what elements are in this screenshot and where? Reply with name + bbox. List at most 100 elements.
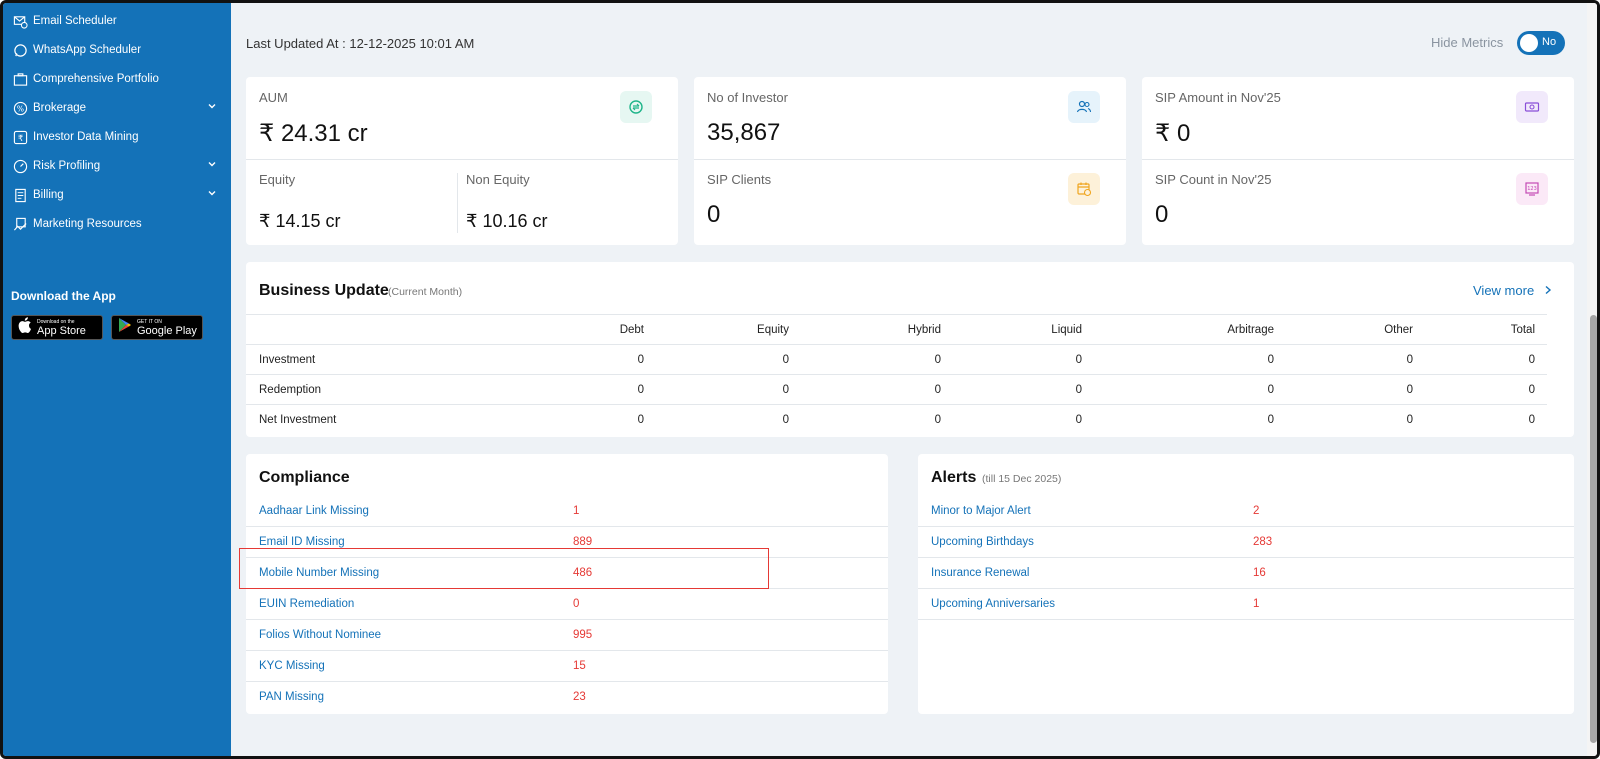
sip-count-value: 0 — [1155, 201, 1169, 228]
alerts-subtitle: (till 15 Dec 2025) — [982, 473, 1062, 485]
svg-text:₹: ₹ — [17, 132, 22, 142]
row-label: Net Investment — [246, 404, 506, 435]
highlight-box — [239, 548, 769, 589]
hide-metrics-label: Hide Metrics — [1431, 35, 1504, 50]
sidebar-item-label: Brokerage — [33, 102, 87, 114]
sidebar-item-label: Marketing Resources — [33, 218, 142, 230]
download-app-title: Download the App — [11, 289, 116, 303]
table-cell: 0 — [506, 404, 656, 435]
gauge-icon — [11, 157, 29, 175]
alert-item-minor-to-major[interactable]: Minor to Major Alert — [931, 505, 1031, 517]
investors-label: No of Investor — [707, 90, 788, 105]
business-update-title: Business Update — [259, 282, 389, 299]
investors-value: 35,867 — [707, 119, 781, 146]
table-cell: 0 — [656, 404, 801, 435]
sip-clients-label: SIP Clients — [707, 172, 772, 187]
table-header-empty — [246, 314, 506, 345]
compliance-item-nominee[interactable]: Folios Without Nominee — [259, 629, 381, 641]
sidebar-item-marketing-resources[interactable]: Marketing Resources — [11, 212, 225, 236]
calendar-clock-icon — [1068, 173, 1100, 205]
sidebar-item-billing[interactable]: Billing — [11, 183, 225, 207]
compliance-item-kyc[interactable]: KYC Missing — [259, 660, 325, 672]
column-header: Other — [1286, 314, 1425, 345]
business-update-card: Business Update (Current Month) View mor… — [246, 262, 1574, 437]
card-divider — [457, 173, 458, 233]
sidebar-item-label: Comprehensive Portfolio — [33, 73, 159, 85]
chevron-right-icon — [1544, 283, 1552, 298]
aum-value: ₹ 24.31 cr — [259, 120, 368, 147]
list-item: Insurance Renewal 16 — [918, 559, 1574, 589]
sip-count-label: SIP Count in Nov'25 — [1155, 172, 1272, 187]
compliance-value: 0 — [573, 598, 580, 610]
toggle-value: No — [1542, 36, 1557, 48]
alert-value: 16 — [1253, 567, 1266, 579]
table-row: Net Investment 0 0 0 0 0 0 0 — [246, 404, 1547, 435]
sip-card: SIP Amount in Nov'25 ₹ 0 SIP Count in No… — [1142, 77, 1574, 245]
list-item: Aadhaar Link Missing 1 — [246, 497, 888, 527]
table-cell: 0 — [801, 404, 953, 435]
sidebar-item-brokerage[interactable]: % Brokerage — [11, 96, 225, 120]
chevron-down-icon[interactable] — [207, 188, 217, 201]
google-play-button[interactable]: GET IT ON Google Play — [111, 315, 203, 340]
equity-label: Equity — [259, 172, 296, 187]
app-store-button[interactable]: Download on the App Store — [11, 315, 103, 340]
compliance-item-email[interactable]: Email ID Missing — [259, 536, 345, 548]
alert-item-insurance-renewal[interactable]: Insurance Renewal — [931, 567, 1029, 579]
non-equity-label: Non Equity — [466, 172, 530, 187]
chevron-down-icon[interactable] — [207, 101, 217, 114]
table-cell: 0 — [1094, 344, 1286, 375]
scrollbar-thumb[interactable] — [1590, 315, 1597, 743]
chevron-down-icon[interactable] — [207, 159, 217, 172]
view-more-link[interactable]: View more — [1473, 283, 1552, 298]
compliance-value: 1 — [573, 505, 580, 517]
table-cell: 0 — [656, 344, 801, 375]
sip-amount-label: SIP Amount in Nov'25 — [1155, 90, 1281, 105]
compliance-item-euin[interactable]: EUIN Remediation — [259, 598, 354, 610]
compliance-item-pan[interactable]: PAN Missing — [259, 691, 324, 703]
apple-icon — [18, 317, 32, 338]
compliance-title: Compliance — [259, 469, 350, 486]
list-item: PAN Missing 23 — [246, 683, 888, 713]
business-update-table: Debt Equity Hybrid Liquid Arbitrage Othe… — [246, 314, 1547, 435]
percent-icon: % — [11, 99, 29, 117]
alert-item-birthdays[interactable]: Upcoming Birthdays — [931, 536, 1034, 548]
compliance-value: 995 — [573, 629, 593, 641]
sip-clients-value: 0 — [707, 201, 721, 228]
sidebar-item-risk-profiling[interactable]: Risk Profiling — [11, 154, 225, 178]
business-update-subtitle: (Current Month) — [388, 286, 463, 298]
table-cell: 0 — [1425, 404, 1547, 435]
list-item: Upcoming Anniversaries 1 — [918, 590, 1574, 620]
alerts-title: Alerts — [931, 469, 977, 486]
marketing-icon — [11, 215, 29, 233]
sip-amount-value: ₹ 0 — [1155, 120, 1191, 147]
sidebar-item-whatsapp-scheduler[interactable]: WhatsApp Scheduler — [11, 38, 225, 62]
play-big-text: Google Play — [137, 324, 197, 337]
table-cell: 0 — [506, 374, 656, 405]
sidebar-item-comprehensive-portfolio[interactable]: Comprehensive Portfolio — [11, 67, 225, 91]
table-cell: 0 — [801, 374, 953, 405]
alerts-card: Alerts (till 15 Dec 2025) Minor to Major… — [918, 454, 1574, 714]
sidebar-item-investor-data-mining[interactable]: ₹ Investor Data Mining — [11, 125, 225, 149]
table-row: Redemption 0 0 0 0 0 0 0 — [246, 374, 1547, 405]
compliance-item-aadhaar[interactable]: Aadhaar Link Missing — [259, 505, 369, 517]
email-scheduler-icon — [11, 12, 29, 30]
row-label: Redemption — [246, 374, 506, 405]
column-header: Equity — [656, 314, 801, 345]
vertical-scrollbar[interactable] — [1587, 3, 1597, 756]
money-transfer-icon — [620, 91, 652, 123]
rupee-icon: ₹ — [11, 128, 29, 146]
table-cell: 0 — [1094, 404, 1286, 435]
hide-metrics-toggle[interactable]: No — [1517, 31, 1565, 55]
table-cell: 0 — [1425, 374, 1547, 405]
sidebar-item-label: WhatsApp Scheduler — [33, 44, 142, 56]
sidebar-item-email-scheduler[interactable]: Email Scheduler — [11, 9, 225, 33]
non-equity-value: ₹ 10.16 cr — [466, 211, 548, 231]
last-updated-text: Last Updated At : 12-12-2025 10:01 AM — [246, 36, 475, 51]
table-cell: 0 — [953, 344, 1094, 375]
column-header: Debt — [506, 314, 656, 345]
whatsapp-icon — [11, 41, 29, 59]
sidebar-item-label: Email Scheduler — [33, 15, 117, 27]
table-cell: 0 — [1286, 344, 1425, 375]
alert-item-anniversaries[interactable]: Upcoming Anniversaries — [931, 598, 1055, 610]
table-cell: 0 — [506, 344, 656, 375]
